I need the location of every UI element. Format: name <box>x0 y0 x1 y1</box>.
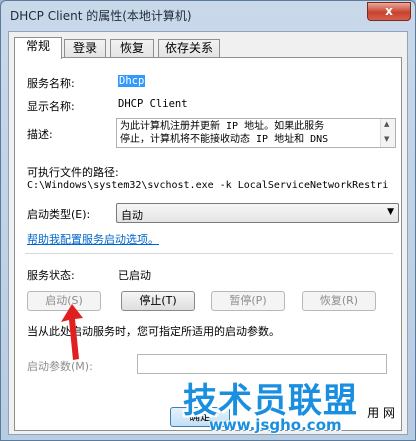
description-scrollbar[interactable]: ▲ ▼ <box>380 119 395 147</box>
exe-path-label: 可执行文件的路径: <box>27 166 119 179</box>
description-text: 为此计算机注册并更新 IP 地址。如果此服务 停止，计算机将不能接收动态 IP … <box>120 120 376 146</box>
resume-button[interactable]: 恢复(R) <box>302 291 376 311</box>
startup-type-dropdown[interactable]: 自动 ▼ <box>116 203 399 223</box>
red-arrow-annotation <box>61 304 83 360</box>
service-name-label: 服务名称: <box>27 77 75 90</box>
watermark-logo: 技术员联盟 www.jsgho.com <box>183 373 413 439</box>
scroll-down-icon[interactable]: ▼ <box>384 135 389 143</box>
tab-logon[interactable]: 登录 <box>64 39 106 58</box>
close-button[interactable]: x <box>367 2 411 21</box>
window-title: DHCP Client 的属性(本地计算机) <box>10 9 192 23</box>
service-properties-window: DHCP Client 的属性(本地计算机) x 常规 登录 恢复 依存关系 服… <box>0 0 416 441</box>
display-name-value[interactable]: DHCP Client <box>118 98 188 110</box>
scroll-up-icon[interactable]: ▲ <box>384 120 389 128</box>
display-name-label: 显示名称: <box>27 100 75 113</box>
description-line-2: 停止，计算机将不能接收动态 IP 地址和 DNS <box>120 134 329 145</box>
pause-button[interactable]: 暂停(P) <box>211 291 285 311</box>
service-status-label: 服务状态: <box>27 269 75 282</box>
watermark-text: 技术员联盟 <box>183 381 358 421</box>
description-line-1: 为此计算机注册并更新 IP 地址。如果此服务 <box>120 121 325 132</box>
startup-type-label: 启动类型(E): <box>27 208 91 221</box>
start-params-input[interactable] <box>137 354 387 374</box>
tab-general[interactable]: 常规 <box>14 37 62 59</box>
exe-path-value[interactable]: C:\Windows\system32\svchost.exe -k Local… <box>27 180 388 191</box>
tab-dependencies[interactable]: 依存关系 <box>158 39 220 58</box>
description-label: 描述: <box>27 128 53 141</box>
help-configure-link[interactable]: 帮助我配置服务启动选项。 <box>27 231 159 247</box>
watermark-url: www.jsgho.com <box>209 416 342 434</box>
arrow-up-icon <box>61 304 83 360</box>
stop-button[interactable]: 停止(T) <box>121 291 195 311</box>
description-box[interactable]: 为此计算机注册并更新 IP 地址。如果此服务 停止，计算机将不能接收动态 IP … <box>116 118 396 148</box>
service-status-value: 已启动 <box>118 269 151 282</box>
title-bar[interactable]: DHCP Client 的属性(本地计算机) x <box>1 1 415 29</box>
close-icon: x <box>385 4 393 18</box>
startup-type-value: 自动 <box>121 209 143 222</box>
tab-recovery[interactable]: 恢复 <box>110 39 154 58</box>
divider <box>25 253 393 254</box>
chevron-down-icon: ▼ <box>387 207 394 217</box>
service-name-value[interactable]: Dhcp <box>118 75 146 87</box>
service-name-text: Dhcp <box>118 75 146 87</box>
